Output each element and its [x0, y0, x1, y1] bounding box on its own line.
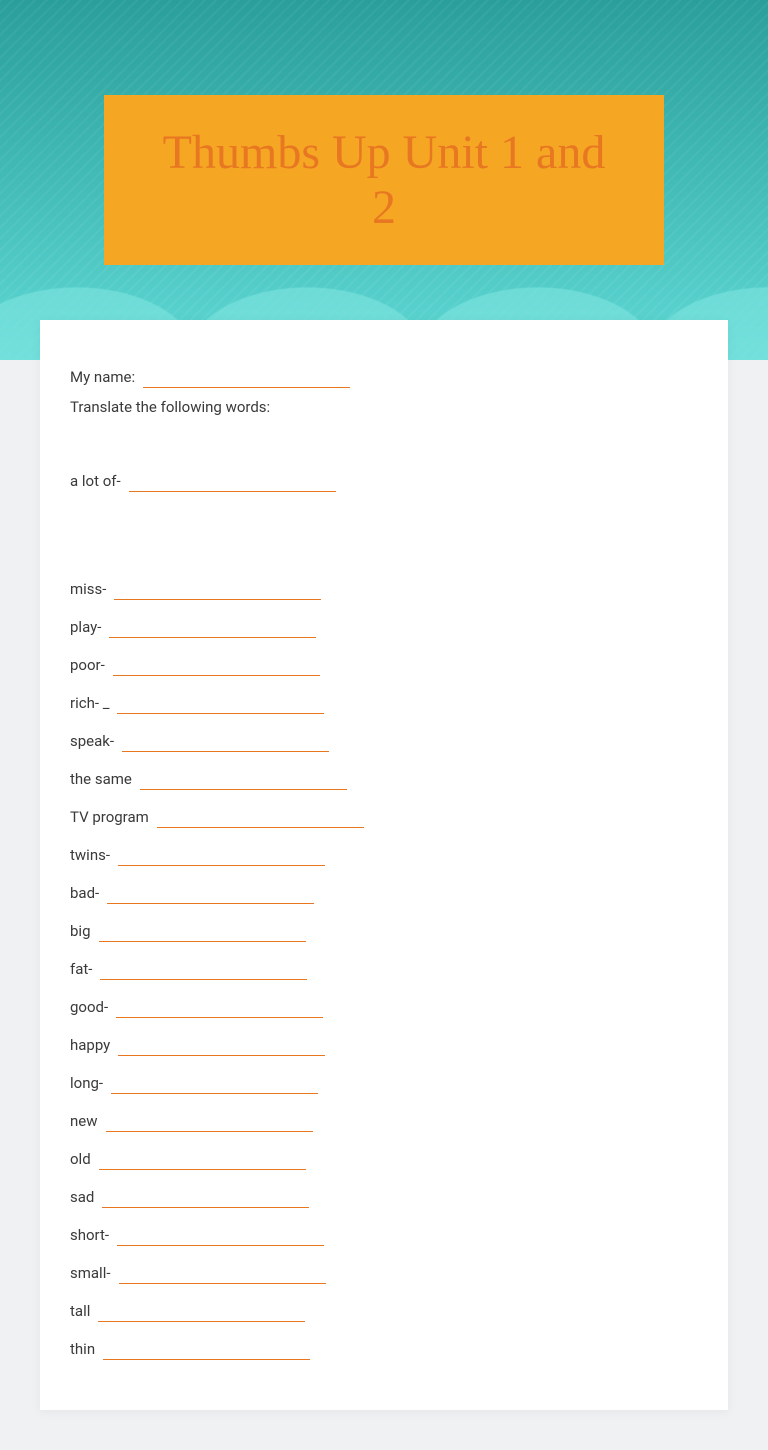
word-input-miss[interactable]	[114, 578, 321, 600]
worksheet-header: Thumbs Up Unit 1 and 2	[0, 0, 768, 360]
word-label: TV program	[70, 808, 157, 828]
spacer	[70, 502, 698, 572]
word-label: small-	[70, 1264, 119, 1284]
word-row: long-	[70, 1066, 698, 1094]
word-label: speak-	[70, 732, 122, 752]
word-label: big	[70, 922, 99, 942]
word-input-twins[interactable]	[118, 844, 325, 866]
word-row: the same	[70, 762, 698, 790]
word-input-old[interactable]	[99, 1148, 306, 1170]
word-row: big	[70, 914, 698, 942]
word-row: happy	[70, 1028, 698, 1056]
worksheet-body: My name: Translate the following words: …	[40, 320, 728, 1410]
word-input-speak[interactable]	[122, 730, 329, 752]
word-label: short-	[70, 1226, 117, 1246]
word-input-tv-program[interactable]	[157, 806, 364, 828]
word-input-small[interactable]	[119, 1262, 326, 1284]
word-label: poor-	[70, 656, 113, 676]
title-box: Thumbs Up Unit 1 and 2	[104, 95, 664, 265]
word-input-poor[interactable]	[113, 654, 320, 676]
word-row: rich- _	[70, 686, 698, 714]
word-label: the same	[70, 770, 140, 790]
word-input-a-lot-of[interactable]	[129, 470, 336, 492]
word-input-short[interactable]	[117, 1224, 324, 1246]
word-label: thin	[70, 1340, 103, 1360]
word-label: a lot of-	[70, 472, 129, 492]
word-label: twins-	[70, 846, 118, 866]
word-input-thin[interactable]	[103, 1338, 310, 1360]
word-input-tall[interactable]	[98, 1300, 305, 1322]
word-row: fat-	[70, 952, 698, 980]
name-label: My name:	[70, 368, 143, 388]
name-input[interactable]	[143, 366, 350, 388]
word-row: TV program	[70, 800, 698, 828]
word-input-bad[interactable]	[107, 882, 314, 904]
word-input-sad[interactable]	[102, 1186, 309, 1208]
word-row: twins-	[70, 838, 698, 866]
word-row: miss-	[70, 572, 698, 600]
word-label: happy	[70, 1036, 118, 1056]
word-label: new	[70, 1112, 106, 1132]
word-input-fat[interactable]	[100, 958, 307, 980]
word-row: play-	[70, 610, 698, 638]
word-input-the-same[interactable]	[140, 768, 347, 790]
word-row: tall	[70, 1294, 698, 1322]
worksheet-title: Thumbs Up Unit 1 and 2	[154, 125, 614, 235]
word-label: long-	[70, 1074, 111, 1094]
word-row: old	[70, 1142, 698, 1170]
word-row: good-	[70, 990, 698, 1018]
word-row: new	[70, 1104, 698, 1132]
word-row: bad-	[70, 876, 698, 904]
word-row: a lot of-	[70, 464, 698, 492]
name-row: My name:	[70, 360, 698, 388]
word-input-play[interactable]	[109, 616, 316, 638]
word-input-happy[interactable]	[118, 1034, 325, 1056]
word-label: miss-	[70, 580, 114, 600]
word-label: fat-	[70, 960, 100, 980]
word-label: old	[70, 1150, 99, 1170]
word-row: short-	[70, 1218, 698, 1246]
word-input-rich[interactable]	[117, 692, 324, 714]
word-row: poor-	[70, 648, 698, 676]
word-label: play-	[70, 618, 109, 638]
spacer	[70, 436, 698, 464]
word-label: good-	[70, 998, 116, 1018]
word-input-good[interactable]	[116, 996, 323, 1018]
word-row: speak-	[70, 724, 698, 752]
word-row: thin	[70, 1332, 698, 1360]
word-input-long[interactable]	[111, 1072, 318, 1094]
instruction-text: Translate the following words:	[70, 398, 698, 416]
word-label: bad-	[70, 884, 107, 904]
word-row: sad	[70, 1180, 698, 1208]
word-label: tall	[70, 1302, 98, 1322]
word-input-big[interactable]	[99, 920, 306, 942]
word-label: sad	[70, 1188, 102, 1208]
word-input-new[interactable]	[106, 1110, 313, 1132]
word-label: rich- _	[70, 694, 117, 714]
word-row: small-	[70, 1256, 698, 1284]
